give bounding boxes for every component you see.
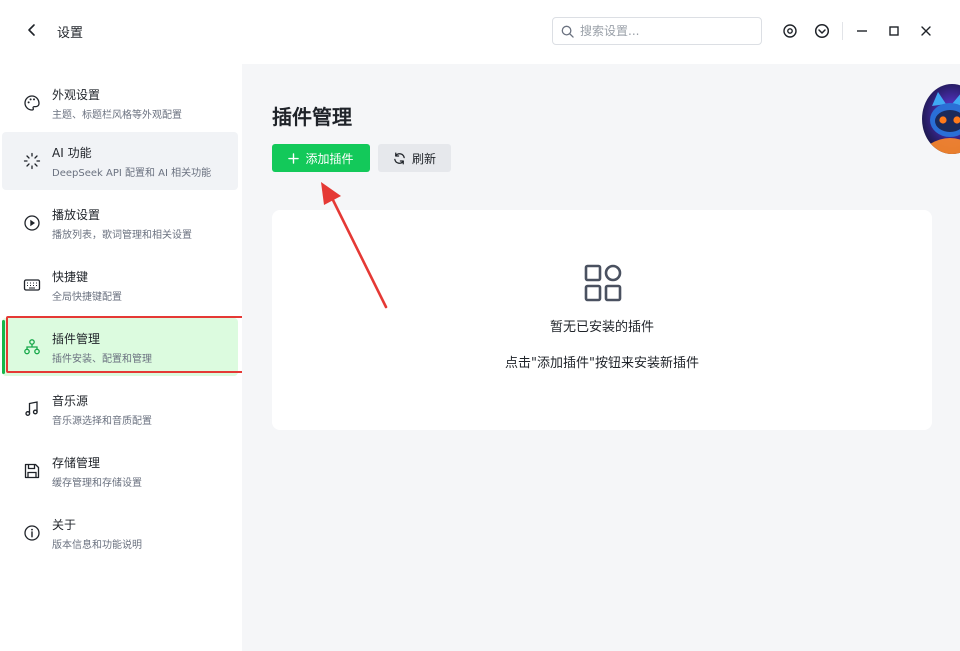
plugin-nodes-icon — [22, 337, 42, 357]
sidebar-item-description: 缓存管理和存储设置 — [52, 478, 142, 489]
refresh-icon — [394, 152, 405, 164]
palette-icon — [22, 93, 42, 113]
search-box[interactable] — [552, 17, 762, 45]
sidebar-item-label: 插件管理 — [52, 332, 101, 346]
sidebar-item-about[interactable]: 关于 版本信息和功能说明 — [2, 504, 238, 562]
music-note-icon — [22, 399, 42, 419]
floppy-disk-icon — [22, 461, 42, 481]
close-button[interactable] — [914, 19, 938, 43]
sidebar-item-description: 全局快捷键配置 — [52, 292, 122, 303]
sidebar-item-label: AI 功能 — [52, 146, 92, 160]
dropdown-button[interactable] — [810, 19, 834, 43]
title-bar: 设置 — [0, 0, 960, 64]
sidebar-item-shortcuts[interactable]: 快捷键 全局快捷键配置 — [2, 256, 238, 314]
play-circle-icon — [22, 213, 42, 233]
maximize-icon — [889, 26, 899, 36]
search-input[interactable] — [580, 24, 750, 38]
theme-settings-button[interactable] — [778, 19, 802, 43]
chevron-left-icon — [28, 24, 35, 36]
maximize-button[interactable] — [882, 19, 906, 43]
sidebar-item-description: 插件安装、配置和管理 — [52, 354, 152, 365]
sidebar-item-music-source[interactable]: 音乐源 音乐源选择和音质配置 — [2, 380, 238, 438]
sidebar-item-description: DeepSeek API 配置和 AI 相关功能 — [52, 168, 212, 179]
sidebar-item-playback[interactable]: 播放设置 播放列表，歌词管理和相关设置 — [2, 194, 238, 252]
sidebar-item-label: 关于 — [52, 518, 77, 532]
window-title: 设置 — [57, 26, 84, 41]
sidebar-item-description: 版本信息和功能说明 — [52, 540, 142, 551]
sidebar-item-label: 快捷键 — [52, 270, 89, 284]
target-icon — [783, 24, 797, 38]
add-plugin-label: 添加插件 — [305, 151, 354, 166]
sidebar-item-label: 音乐源 — [52, 394, 89, 408]
page-title: 插件管理 — [272, 105, 352, 129]
empty-state-hint: 点击"添加插件"按钮来安装新插件 — [505, 356, 699, 371]
sidebar-item-description: 主题、标题栏风格等外观配置 — [52, 110, 182, 121]
minimize-icon — [857, 30, 867, 32]
ai-sparkle-icon — [22, 151, 42, 171]
titlebar-divider — [842, 22, 843, 40]
sidebar-item-plugins[interactable]: 插件管理 插件安装、配置和管理 — [2, 318, 238, 376]
minimize-button[interactable] — [850, 19, 874, 43]
apps-grid-icon — [584, 264, 622, 302]
close-icon — [921, 26, 931, 36]
empty-state-title: 暂无已安装的插件 — [549, 320, 654, 335]
refresh-button[interactable]: 刷新 — [378, 144, 451, 172]
sidebar-item-appearance[interactable]: 外观设置 主题、标题栏风格等外观配置 — [2, 74, 238, 132]
settings-sidebar: 外观设置 主题、标题栏风格等外观配置 AI 功能 DeepSeek API 配置… — [0, 64, 242, 651]
refresh-label: 刷新 — [411, 151, 436, 166]
plus-icon — [288, 152, 300, 164]
sidebar-item-label: 外观设置 — [52, 88, 101, 102]
add-plugin-button[interactable]: 添加插件 — [272, 144, 370, 172]
keyboard-icon — [22, 275, 42, 295]
search-icon — [561, 25, 574, 38]
sidebar-item-label: 存储管理 — [52, 456, 101, 470]
sidebar-item-description: 播放列表，歌词管理和相关设置 — [52, 230, 192, 241]
main-content: 插件管理 添加插件 刷新 暂无已安装的插件 点击"添加插件"按钮来安装新插件 — [242, 64, 960, 651]
sidebar-item-ai[interactable]: AI 功能 DeepSeek API 配置和 AI 相关功能 — [2, 132, 238, 190]
sidebar-item-storage[interactable]: 存储管理 缓存管理和存储设置 — [2, 442, 238, 500]
sidebar-item-description: 音乐源选择和音质配置 — [52, 416, 152, 427]
info-circle-icon — [22, 523, 42, 543]
empty-state-card: 暂无已安装的插件 点击"添加插件"按钮来安装新插件 — [272, 210, 932, 430]
back-button[interactable] — [20, 18, 44, 42]
chevron-down-circle-icon — [814, 23, 830, 39]
sidebar-item-label: 播放设置 — [52, 208, 101, 222]
